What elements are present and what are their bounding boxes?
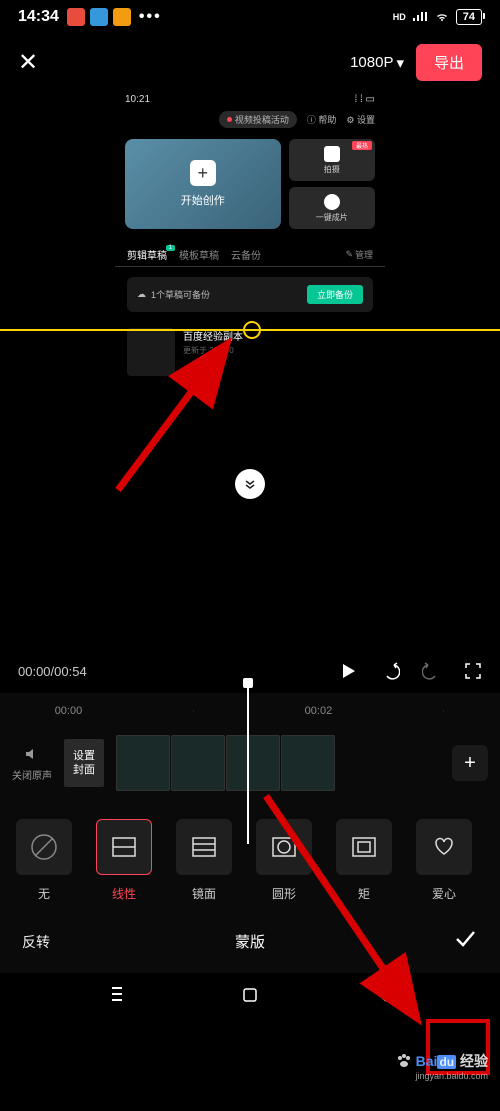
video-clip bbox=[171, 735, 225, 791]
mask-option-mirror[interactable]: 镜面 bbox=[170, 819, 238, 902]
hd-label: HD bbox=[393, 12, 406, 22]
activity-chip: 视频投稿活动 bbox=[219, 111, 297, 128]
invert-button[interactable]: 反转 bbox=[22, 932, 50, 952]
fullscreen-button[interactable] bbox=[464, 662, 482, 680]
close-button[interactable]: ✕ bbox=[18, 48, 38, 77]
time-ruler: 00:00 · 00:02 · bbox=[0, 701, 500, 725]
video-clip bbox=[226, 735, 280, 791]
tab-cloud: 云备份 bbox=[231, 247, 261, 262]
status-time: 14:34 bbox=[18, 8, 59, 26]
backup-button: 立即备份 bbox=[307, 285, 363, 304]
mask-guide-handle[interactable] bbox=[243, 321, 261, 339]
create-card: + 开始创作 bbox=[125, 139, 281, 229]
battery-indicator: 74 bbox=[456, 9, 482, 25]
manage-link: ✎ 管理 bbox=[345, 248, 373, 261]
mute-audio-button[interactable]: 关闭原声 bbox=[12, 745, 52, 782]
signal-icon bbox=[412, 11, 428, 23]
baidu-watermark: Baidu 经验 jingyan.baidu.com bbox=[395, 1051, 488, 1081]
expand-down-button[interactable] bbox=[235, 469, 265, 499]
paw-icon bbox=[395, 1052, 413, 1070]
timeline[interactable]: 00:00 · 00:02 · 关闭原声 设置 封面 + bbox=[0, 693, 500, 801]
video-clip bbox=[116, 735, 170, 791]
inner-status-icons: ⁞ ⁞ ▭ bbox=[354, 94, 375, 105]
plus-icon: + bbox=[190, 160, 216, 186]
settings-link: ⚙ 设置 bbox=[346, 113, 375, 126]
backup-bar: ☁ 1个草稿可备份 立即备份 bbox=[127, 277, 373, 312]
tab-drafts: 剪辑草稿1 bbox=[127, 247, 167, 262]
add-clip-button[interactable]: + bbox=[452, 745, 488, 781]
app-indicator-icon bbox=[90, 8, 108, 26]
undo-button[interactable] bbox=[380, 661, 400, 681]
chevron-down-icon: ▾ bbox=[396, 54, 404, 72]
inner-tabs: 剪辑草稿1 模板草稿 云备份 ✎ 管理 bbox=[115, 237, 385, 267]
wifi-icon bbox=[434, 11, 450, 23]
camera-icon bbox=[324, 146, 340, 162]
mask-option-none[interactable]: 无 bbox=[10, 819, 78, 902]
confirm-button[interactable] bbox=[452, 926, 478, 957]
shoot-card: 最热 拍摄 bbox=[289, 139, 375, 181]
recents-button[interactable] bbox=[107, 985, 127, 1005]
time-display: 00:00/00:54 bbox=[18, 664, 87, 679]
annotation-arrow bbox=[256, 786, 436, 1026]
mask-option-linear[interactable]: 线性 bbox=[90, 819, 158, 902]
playhead[interactable] bbox=[247, 684, 249, 844]
editor-top-bar: ✕ 1080P ▾ 导出 bbox=[0, 34, 500, 91]
film-icon bbox=[324, 194, 340, 210]
app-indicator-icon bbox=[67, 8, 85, 26]
phone-status-bar: 14:34 ••• HD 74 bbox=[0, 0, 500, 34]
redo-button[interactable] bbox=[422, 661, 442, 681]
resolution-selector[interactable]: 1080P ▾ bbox=[350, 54, 404, 72]
oneclick-card: 一键成片 bbox=[289, 187, 375, 229]
help-link: ⓘ 帮助 bbox=[307, 113, 337, 126]
annotation-arrow bbox=[106, 338, 236, 498]
play-button[interactable] bbox=[338, 661, 358, 681]
clips-track[interactable] bbox=[116, 735, 434, 791]
app-indicator-icon bbox=[113, 8, 131, 26]
tab-templates: 模板草稿 bbox=[179, 247, 219, 262]
more-indicator-icon: ••• bbox=[139, 8, 162, 26]
cloud-icon: ☁ bbox=[137, 289, 146, 300]
inner-status-time: 10:21 bbox=[125, 94, 150, 105]
export-button[interactable]: 导出 bbox=[416, 44, 482, 81]
video-clip bbox=[281, 735, 335, 791]
set-cover-button[interactable]: 设置 封面 bbox=[64, 739, 104, 788]
